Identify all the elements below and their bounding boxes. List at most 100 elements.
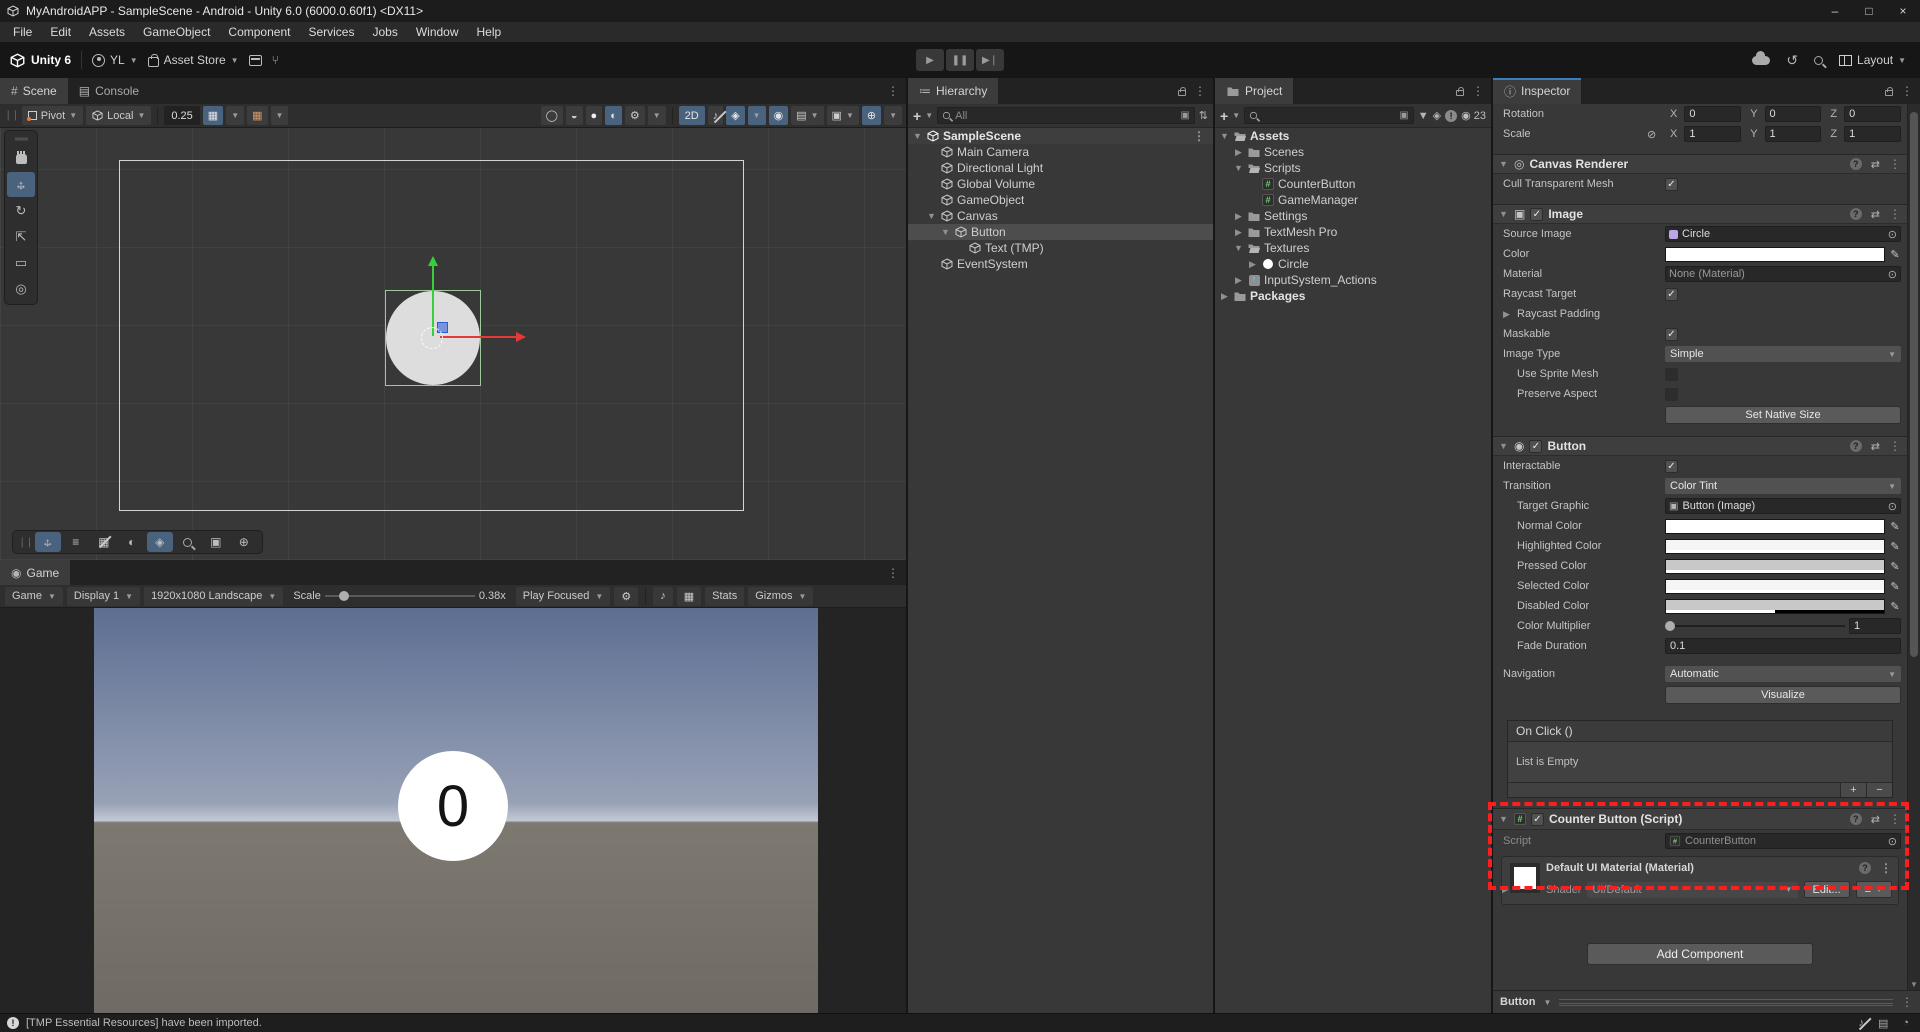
orientation-gizmo-button[interactable]: ⊕ [231, 532, 257, 552]
tab-hierarchy[interactable]: ≔ Hierarchy [908, 78, 998, 104]
gizmos-globe-button[interactable]: ⊕ [862, 106, 881, 125]
project-kebab-icon[interactable]: ⋮ [1472, 84, 1484, 98]
resolution-dropdown[interactable]: 1920x1080 Landscape▼ [144, 587, 283, 606]
add-component-button[interactable]: Add Component [1587, 943, 1813, 965]
eyedropper-icon[interactable]: ✎ [1889, 520, 1901, 533]
kebab-icon[interactable]: ⋮ [1889, 439, 1901, 453]
rotate-tool[interactable]: ↻ [7, 198, 35, 223]
search-overlay-button[interactable] [175, 532, 201, 552]
source-image-field[interactable]: Circle ⊙ [1665, 226, 1901, 242]
version-control-icon[interactable]: ⑂ [272, 53, 279, 67]
splitter[interactable] [906, 78, 908, 1013]
row-kebab-icon[interactable]: ⋮ [1193, 129, 1213, 143]
menu-file[interactable]: File [4, 23, 41, 41]
project-search-input[interactable]: ▣ [1244, 107, 1414, 124]
maximize-button[interactable]: □ [1852, 0, 1886, 22]
color-multiplier-slider[interactable] [1665, 625, 1845, 627]
move-overlay-button[interactable]: ↔↕ [35, 532, 61, 552]
color-multiplier-field[interactable]: 1 [1849, 618, 1901, 634]
project-item-packages[interactable]: ▶Packages [1215, 288, 1491, 304]
2d-toggle[interactable]: 2D [679, 106, 705, 125]
object-picker-icon[interactable]: ⊙ [1888, 500, 1897, 513]
window-picker-icon[interactable]: ▣ [1399, 110, 1408, 121]
tab-scene[interactable]: # Scene [0, 78, 68, 104]
camera-overlay-button[interactable]: ▣ [203, 532, 229, 552]
search-icon[interactable] [1814, 56, 1823, 65]
rotation-x-field[interactable]: 0 [1684, 106, 1741, 122]
camera-overlay-button[interactable]: ▣ ▼ [827, 106, 859, 125]
menu-assets[interactable]: Assets [80, 23, 134, 41]
visibility-eye-toggle[interactable]: ◉ [769, 106, 789, 125]
audio-muted-toggle[interactable]: ♪ [708, 106, 724, 125]
transform-tool[interactable]: ◎ [7, 276, 35, 301]
project-add-caret[interactable]: ▼ [1232, 111, 1240, 120]
foldout-icon[interactable]: ▼ [1233, 163, 1244, 173]
move-tool[interactable]: ↔↕ [7, 172, 35, 197]
hierarchy-item-text-tmp-[interactable]: Text (TMP) [908, 240, 1213, 256]
debug-bug-button[interactable]: ⚙ [625, 106, 645, 125]
debug-dropdown[interactable]: ▼ [648, 106, 666, 125]
project-item-gamemanager[interactable]: #GameManager [1215, 192, 1491, 208]
menu-services[interactable]: Services [299, 23, 363, 41]
raycast-target-checkbox[interactable]: ✓ [1665, 288, 1678, 301]
wireframe-mode-button[interactable]: ● [586, 106, 603, 125]
material-foldout-icon[interactable]: ▶ [1502, 884, 1512, 895]
shader-menu-button[interactable]: ≡ ▼ [1856, 881, 1892, 898]
preview-drag-lines[interactable] [1559, 999, 1893, 1006]
gizmo-x-axis-arrow[interactable] [440, 336, 522, 338]
tab-project[interactable]: Project [1215, 78, 1293, 104]
rotation-y-field[interactable]: 0 [1765, 106, 1822, 122]
project-item-textures[interactable]: ▼Textures [1215, 240, 1491, 256]
layers-button[interactable]: ▤ ▼ [791, 106, 823, 125]
frame-debugger-button[interactable]: ⚙ [614, 587, 638, 606]
tab-console[interactable]: ▤ Console [68, 78, 150, 104]
lighting-mode-button[interactable]: ◒ [566, 106, 583, 125]
link-scale-icon[interactable]: ⊘ [1647, 128, 1661, 141]
foldout-icon[interactable]: ▼ [926, 211, 937, 221]
project-item-circle[interactable]: ▶Circle [1215, 256, 1491, 272]
eyedropper-icon[interactable]: ✎ [1889, 560, 1901, 573]
gizmos-dropdown[interactable]: Gizmos▼ [748, 587, 813, 606]
undo-history-icon[interactable]: ↺ [1786, 52, 1798, 69]
slider-thumb[interactable] [1665, 621, 1675, 631]
hierarchy-kebab-icon[interactable]: ⋮ [1194, 84, 1206, 98]
eyedropper-icon[interactable]: ✎ [1889, 600, 1901, 613]
gizmos-globe-dropdown[interactable]: ▼ [884, 106, 902, 125]
grid-snap-toggle[interactable]: ▦ [203, 106, 223, 125]
play-button[interactable]: ▶ [916, 49, 944, 71]
scroll-down-arrow[interactable]: ▼ [1908, 980, 1920, 989]
project-item-textmesh-pro[interactable]: ▶TextMesh Pro [1215, 224, 1491, 240]
preview-kebab-icon[interactable]: ⋮ [1901, 995, 1913, 1009]
object-picker-icon[interactable]: ⊙ [1888, 835, 1897, 848]
presets-icon[interactable]: ⇄ [1871, 440, 1880, 453]
menu-help[interactable]: Help [468, 23, 511, 41]
scale-slider[interactable] [325, 595, 475, 597]
foldout-icon[interactable]: ▶ [1219, 291, 1230, 302]
hidden-count-eye[interactable]: ◉ 23 [1461, 109, 1486, 122]
fade-duration-field[interactable]: 0.1 [1665, 638, 1901, 654]
lock-icon[interactable] [1885, 90, 1893, 96]
overlay-drag-handle[interactable]: ❘❘ [18, 537, 33, 548]
window-picker-icon[interactable]: ▣ [1180, 110, 1189, 121]
counter-button-script-header[interactable]: ▼ # ✓ Counter Button (Script) ?⇄⋮ [1493, 808, 1907, 830]
image-type-dropdown[interactable]: Simple▼ [1665, 346, 1901, 362]
foldout-icon[interactable]: ▼ [912, 131, 923, 141]
stats-button[interactable]: Stats [705, 587, 744, 606]
grid-snap-dropdown[interactable]: ▼ [226, 106, 244, 125]
tab-game[interactable]: ◉ Game [0, 560, 70, 585]
lock-icon[interactable] [1456, 90, 1464, 96]
lighting-toggle-button[interactable]: ◐ [119, 532, 145, 552]
scale-tool[interactable]: ⇱ [7, 224, 35, 249]
inspector-preview-bar[interactable]: Button ▼ ⋮ [1493, 990, 1920, 1013]
overlay-drag-handle[interactable]: ══ [15, 134, 27, 145]
highlighted-color-swatch[interactable] [1665, 539, 1885, 554]
scale-x-field[interactable]: 1 [1684, 126, 1741, 142]
shaded-mode-button[interactable]: ◯ [541, 106, 563, 125]
project-item-scenes[interactable]: ▶Scenes [1215, 144, 1491, 160]
layout-dropdown[interactable]: Layout▼ [1839, 53, 1906, 67]
rotation-z-field[interactable]: 0 [1844, 106, 1901, 122]
script-field[interactable]: # CounterButton ⊙ [1665, 833, 1901, 849]
set-native-size-button[interactable]: Set Native Size [1665, 406, 1901, 424]
asset-store-dropdown[interactable]: Asset Store▼ [148, 53, 239, 67]
shadow-mode-button[interactable]: ◐ [605, 106, 622, 125]
